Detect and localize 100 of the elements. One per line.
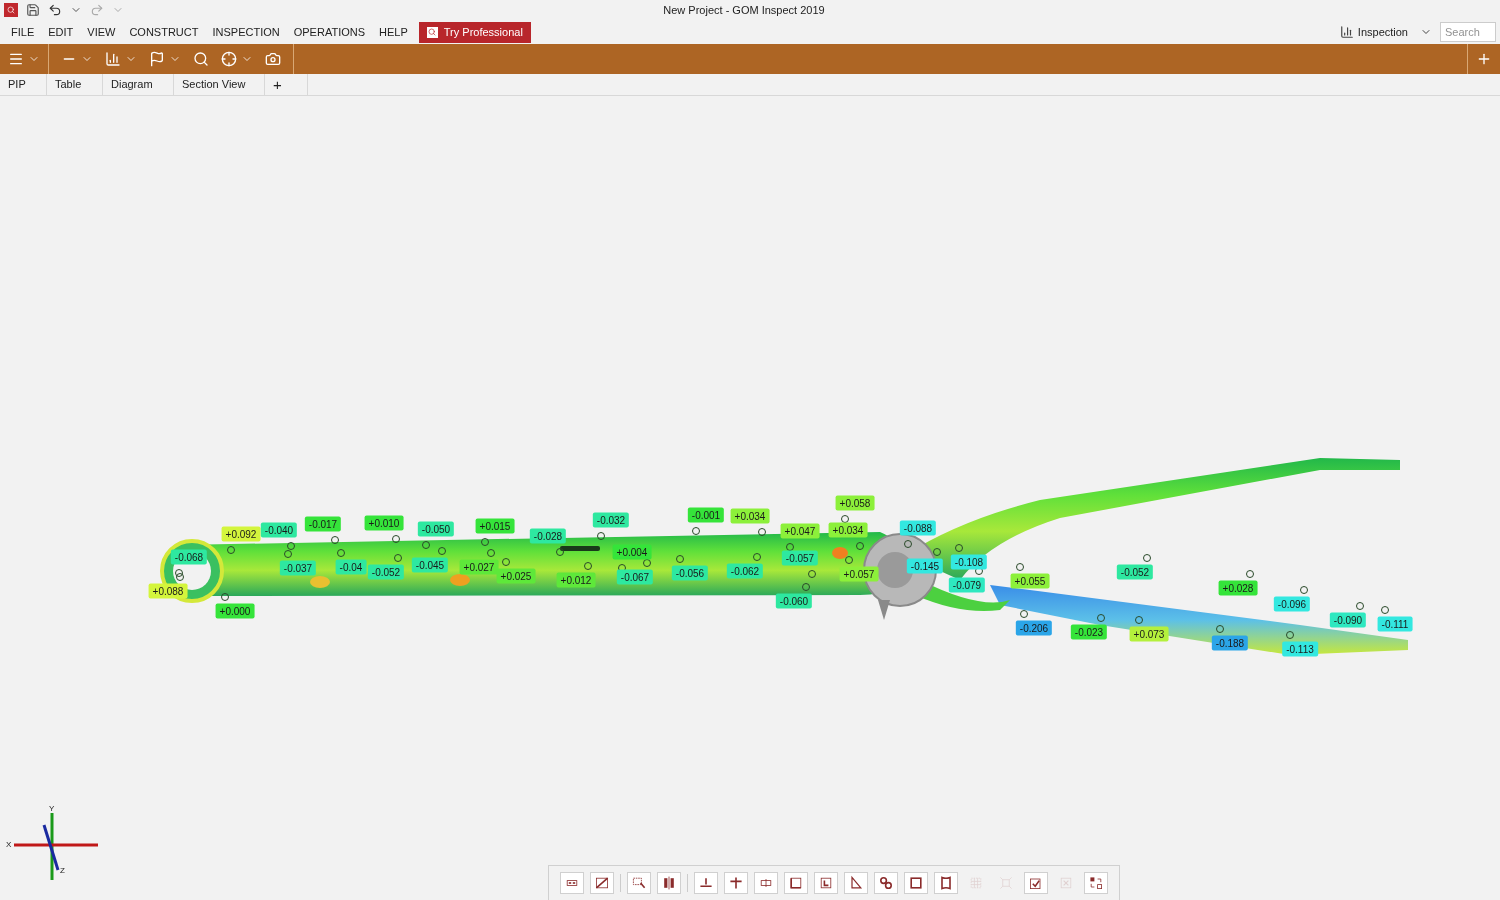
circles-icon: [878, 875, 894, 891]
deviation-label: -0.032: [592, 512, 630, 528]
deviation-label: -0.001: [687, 507, 725, 523]
app-logo-icon: [4, 3, 18, 17]
flag-icon[interactable]: [149, 51, 165, 67]
deviation-label: +0.092: [221, 526, 261, 542]
deviation-label: -0.037: [279, 560, 317, 576]
view-tab[interactable]: +: [265, 74, 308, 95]
tool-button[interactable]: [934, 872, 958, 894]
undo-icon[interactable]: [48, 3, 62, 17]
tool-button[interactable]: [657, 872, 681, 894]
add-icon[interactable]: [1476, 51, 1492, 67]
deviation-label: -0.079: [948, 577, 986, 593]
tool-button[interactable]: [844, 872, 868, 894]
try-professional-button[interactable]: Try Professional: [418, 21, 531, 43]
deviation-label: +0.000: [215, 603, 255, 619]
deviation-label: -0.188: [1211, 635, 1249, 651]
deviation-label: -0.057: [781, 550, 819, 566]
search-icon[interactable]: [193, 51, 209, 67]
tool-button[interactable]: [560, 872, 584, 894]
deviation-label: +0.055: [1010, 573, 1050, 589]
split-bars-icon: [661, 875, 677, 891]
tool-button[interactable]: [754, 872, 778, 894]
deviation-label: +0.073: [1129, 626, 1169, 642]
workspace-dropdown[interactable]: Inspection: [1339, 23, 1432, 41]
deviation-label: -0.050: [417, 521, 455, 537]
save-icon[interactable]: [26, 3, 40, 17]
deviation-label: -0.111: [1377, 616, 1413, 632]
deviation-label: -0.206: [1015, 620, 1053, 636]
deviation-label: -0.017: [304, 516, 342, 532]
view-tab[interactable]: Diagram: [103, 74, 174, 95]
deviation-label: -0.062: [726, 563, 764, 579]
framed-corner-icon: [818, 875, 834, 891]
tool-button[interactable]: [724, 872, 748, 894]
deviation-label: +0.004: [612, 544, 652, 560]
frame-corners-icon: [998, 875, 1014, 891]
tool-button[interactable]: [694, 872, 718, 894]
axis-label: X: [6, 841, 12, 849]
menu-item[interactable]: EDIT: [41, 23, 81, 41]
deviation-label: -0.052: [1116, 564, 1154, 580]
deviation-label: -0.023: [1070, 624, 1108, 640]
deviation-label: -0.040: [260, 522, 298, 538]
curved-frame-icon: [938, 875, 954, 891]
deviation-label: -0.028: [529, 528, 567, 544]
tool-button[interactable]: [590, 872, 614, 894]
deviation-label: +0.034: [828, 522, 868, 538]
deviation-label: -0.04: [335, 559, 367, 575]
view-tab[interactable]: PIP: [0, 74, 47, 95]
swap-squares-icon: [1088, 875, 1104, 891]
menu-item[interactable]: CONSTRUCT: [122, 23, 206, 41]
deviation-label: -0.090: [1329, 612, 1367, 628]
tool-button[interactable]: [784, 872, 808, 894]
menu-item[interactable]: HELP: [372, 23, 415, 41]
axis-label: Y: [49, 805, 55, 813]
menu-icon[interactable]: [8, 51, 24, 67]
chart-icon[interactable]: [105, 51, 121, 67]
deviation-label: -0.096: [1273, 596, 1311, 612]
deviation-label: +0.025: [496, 568, 536, 584]
checkbox-icon: [1028, 875, 1044, 891]
deviation-label: +0.034: [730, 508, 770, 524]
view-tab[interactable]: Section View: [174, 74, 265, 95]
square-icon: [788, 875, 804, 891]
tool-button[interactable]: [874, 872, 898, 894]
deviation-label: +0.088: [148, 583, 188, 599]
cross-point-icon: [728, 875, 744, 891]
deviation-label: -0.088: [899, 520, 937, 536]
menu-item[interactable]: VIEW: [80, 23, 123, 41]
deviation-label: +0.015: [475, 518, 515, 534]
tool-button[interactable]: [1084, 872, 1108, 894]
triangle-icon: [848, 875, 864, 891]
view-tab[interactable]: Table: [47, 74, 103, 95]
camera-icon[interactable]: [265, 51, 281, 67]
search-field[interactable]: Search: [1440, 22, 1496, 42]
menu-item[interactable]: FILE: [4, 23, 42, 41]
tool-button[interactable]: [904, 872, 928, 894]
deviation-label: -0.108: [950, 554, 988, 570]
search-icon: [426, 26, 438, 38]
deviation-label: -0.045: [411, 557, 449, 573]
deviation-label: -0.113: [1282, 641, 1318, 657]
deviation-label: -0.060: [775, 593, 813, 609]
deviation-label: -0.052: [367, 564, 405, 580]
window-title: New Project - GOM Inspect 2019: [663, 2, 825, 18]
cross-square-icon: [1058, 875, 1074, 891]
selection-arrow-icon: [631, 875, 647, 891]
menu-item[interactable]: OPERATIONS: [286, 23, 373, 41]
diagonal-square-icon: [594, 875, 610, 891]
tool-button[interactable]: [627, 872, 651, 894]
deviation-label: -0.068: [170, 549, 208, 565]
deviation-label: -0.067: [616, 569, 654, 585]
square-icon: [908, 875, 924, 891]
tool-button[interactable]: [1024, 872, 1048, 894]
crosshair-icon[interactable]: [221, 51, 237, 67]
deviation-label: +0.010: [364, 515, 404, 531]
deviation-label: +0.028: [1218, 580, 1258, 596]
deviation-label: +0.058: [835, 495, 875, 511]
menu-item[interactable]: INSPECTION: [205, 23, 287, 41]
tool-button[interactable]: [814, 872, 838, 894]
deviation-label: +0.027: [459, 559, 499, 575]
deviation-label: +0.012: [556, 572, 596, 588]
deviation-label: -0.145: [906, 558, 944, 574]
